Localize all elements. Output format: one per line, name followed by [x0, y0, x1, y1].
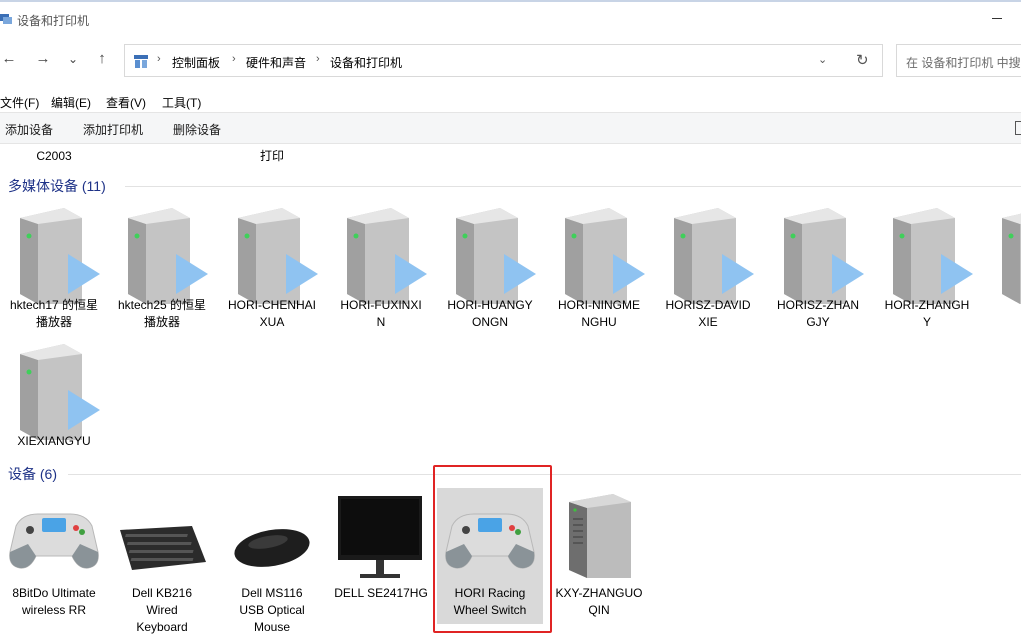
- command-bar: 添加设备 添加打印机 删除设备: [0, 112, 1021, 144]
- media-server-icon: [893, 208, 973, 304]
- media-player-item[interactable]: XIEXIANGYU: [0, 342, 108, 466]
- device-item-monitor[interactable]: DELL SE2417HG: [327, 496, 435, 636]
- device-list: C2003 打印 多媒体设备 (11) hktech17 的恒星 播放器 hkte…: [0, 144, 1021, 641]
- device-label: HORI-CHENHAI XUA: [227, 298, 316, 329]
- menu-view[interactable]: 查看(V): [106, 94, 146, 111]
- device-label: 8BitDo Ultimate wireless RR: [12, 586, 96, 617]
- highlight-box: [433, 465, 552, 633]
- device-label: hktech25 的恒星 播放器: [117, 298, 207, 329]
- media-server-icon: [1002, 213, 1021, 304]
- media-player-item[interactable]: HORI-NINGME NGHU: [545, 206, 653, 330]
- remove-device-button[interactable]: 删除设备: [173, 121, 221, 138]
- breadcrumb-separator: ›: [232, 53, 236, 65]
- media-player-item[interactable]: HORISZ-DAVID XIE: [654, 206, 762, 330]
- media-server-icon: [128, 208, 208, 304]
- minimize-button[interactable]: [990, 10, 1004, 24]
- device-label: HORISZ-ZHAN GJY: [777, 298, 859, 329]
- device-label: HORI-HUANGY ONGN: [447, 298, 533, 329]
- breadcrumb-item[interactable]: 设备和打印机: [330, 54, 402, 71]
- device-item-keyboard[interactable]: Dell KB216 Wired Keyboard: [108, 504, 216, 639]
- breadcrumb-separator: ›: [316, 53, 320, 65]
- control-panel-icon: [134, 55, 148, 68]
- media-server-icon: [20, 344, 100, 440]
- mouse-icon: [234, 529, 310, 567]
- title-bar: 设备和打印机: [0, 0, 1021, 36]
- search-placeholder: 在 设备和打印机 中搜: [906, 56, 1021, 70]
- device-label: HORI-FUXINXI N: [340, 298, 422, 329]
- media-player-item[interactable]: hktech17 的恒星 播放器: [0, 206, 108, 330]
- gamepad-icon: [9, 513, 99, 569]
- window-title: 设备和打印机: [17, 14, 90, 28]
- media-server-icon: [347, 208, 427, 304]
- device-label: Dell MS116 USB Optical Mouse: [239, 586, 305, 634]
- device-label: DELL SE2417HG: [334, 586, 428, 600]
- media-server-icon: [784, 208, 864, 304]
- group-divider: [125, 186, 1021, 187]
- add-printer-button[interactable]: 添加打印机: [83, 121, 143, 138]
- media-player-item[interactable]: HORI-HUANGY ONGN: [436, 206, 544, 330]
- device-label: HORI-ZHANGH Y: [884, 298, 970, 329]
- media-player-item[interactable]: HORI-CHENHAI XUA: [218, 206, 326, 330]
- add-device-button[interactable]: 添加设备: [5, 121, 53, 138]
- back-button[interactable]: ←: [0, 50, 18, 68]
- device-item-kxy-zhanguoqin[interactable]: KXY-ZHANGUO QIN: [545, 494, 653, 624]
- refresh-icon[interactable]: ↻: [856, 51, 869, 69]
- forward-button[interactable]: →: [34, 50, 52, 68]
- address-bar[interactable]: › 控制面板 › 硬件和声音 › 设备和打印机 ⌄ ↻: [124, 44, 883, 77]
- device-item[interactable]: C2003: [0, 144, 108, 166]
- device-item[interactable]: 打印: [218, 144, 326, 166]
- media-server-icon: [20, 208, 100, 304]
- monitor-icon: [338, 496, 422, 578]
- menu-edit[interactable]: 编辑(E): [51, 94, 91, 111]
- device-label: KXY-ZHANGUO QIN: [555, 586, 643, 617]
- media-player-item[interactable]: hktech25 的恒星 播放器: [108, 206, 216, 330]
- computer-tower-icon: [569, 494, 631, 578]
- menu-tools[interactable]: 工具(T): [162, 94, 201, 111]
- chevron-down-icon[interactable]: ⌄: [818, 53, 827, 66]
- device-label: KXY: [982, 297, 1021, 314]
- recent-locations-button[interactable]: ⌄: [64, 50, 82, 68]
- media-server-icon: [674, 208, 754, 304]
- menu-file[interactable]: 文件(F): [0, 94, 39, 111]
- menu-bar: 文件(F) 编辑(E) 查看(V) 工具(T): [0, 90, 1021, 112]
- media-server-icon: [238, 208, 318, 304]
- device-label: 打印: [259, 149, 284, 163]
- address-row: ← → ⌄ ↑ › 控制面板 › 硬件和声音 › 设备和打印机 ⌄ ↻ 在 设备…: [0, 40, 1021, 80]
- group-header-devices[interactable]: 设备 (6): [8, 464, 57, 484]
- device-label: Dell KB216 Wired Keyboard: [131, 586, 193, 634]
- device-label: hktech17 的恒星 播放器: [9, 298, 99, 329]
- keyboard-icon: [120, 526, 206, 570]
- media-player-item[interactable]: HORI-ZHANGH Y: [873, 206, 981, 330]
- device-label: C2003: [36, 149, 72, 163]
- search-input[interactable]: 在 设备和打印机 中搜: [896, 44, 1021, 77]
- group-header-multimedia[interactable]: 多媒体设备 (11): [8, 176, 106, 196]
- up-button[interactable]: ↑: [93, 50, 111, 68]
- media-server-icon: [565, 208, 645, 304]
- media-server-icon: [456, 208, 536, 304]
- device-label: HORI-NINGME NGHU: [558, 298, 640, 329]
- device-label: HORISZ-DAVID XIE: [665, 298, 751, 329]
- media-player-item[interactable]: HORISZ-ZHAN GJY: [764, 206, 872, 330]
- device-label: XIEXIANGYU: [17, 434, 91, 448]
- breadcrumb-item[interactable]: 控制面板: [172, 54, 220, 71]
- device-item-mouse[interactable]: Dell MS116 USB Optical Mouse: [218, 504, 326, 639]
- media-player-item[interactable]: KXY: [982, 206, 1021, 330]
- device-item-8bitdo[interactable]: 8BitDo Ultimate wireless RR: [0, 504, 108, 639]
- breadcrumb-separator: ›: [157, 53, 161, 65]
- breadcrumb-item[interactable]: 硬件和声音: [246, 54, 306, 71]
- pane-toggle-icon[interactable]: [1015, 121, 1021, 135]
- devices-printers-icon: [0, 14, 12, 24]
- media-player-item[interactable]: HORI-FUXINXI N: [327, 206, 435, 330]
